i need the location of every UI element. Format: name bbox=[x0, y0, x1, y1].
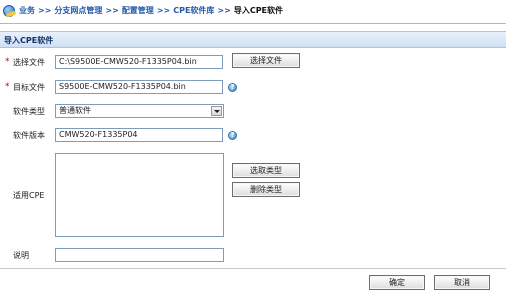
breadcrumb-link-config-management[interactable]: 配置管理 bbox=[122, 4, 154, 18]
ok-button[interactable]: 确定 bbox=[369, 275, 425, 290]
required-mark: * bbox=[5, 57, 10, 67]
select-file-label: 选择文件 bbox=[13, 58, 45, 67]
panel-header: 导入CPE软件 bbox=[0, 31, 506, 48]
description-label: 说明 bbox=[13, 251, 29, 260]
breadcrumb-separator: >> bbox=[105, 6, 119, 15]
footer-divider bbox=[0, 268, 506, 269]
choose-file-button[interactable]: 选择文件 bbox=[232, 53, 300, 68]
software-version-input[interactable]: CMW520-F1335P04 bbox=[55, 128, 223, 142]
breadcrumb: 业务 >> 分支网点管理 >> 配置管理 >> CPE软件库 >> 导入CPE软… bbox=[3, 4, 283, 18]
cancel-button[interactable]: 取消 bbox=[434, 275, 490, 290]
target-file-label: 目标文件 bbox=[13, 83, 45, 92]
help-icon[interactable]: ? bbox=[228, 83, 237, 92]
remove-type-button[interactable]: 删除类型 bbox=[232, 182, 300, 197]
breadcrumb-separator: >> bbox=[38, 6, 52, 15]
help-icon[interactable]: ? bbox=[228, 131, 237, 140]
header-divider bbox=[0, 23, 506, 24]
description-input[interactable] bbox=[55, 248, 224, 262]
chevron-down-icon[interactable] bbox=[211, 106, 222, 116]
select-file-input[interactable]: C:\S9500E-CMW520-F1335P04.bin bbox=[55, 55, 223, 69]
software-version-label: 软件版本 bbox=[13, 131, 45, 140]
panel-title: 导入CPE软件 bbox=[4, 36, 54, 45]
software-type-select[interactable]: 普通软件 bbox=[55, 104, 224, 118]
breadcrumb-link-branch-management[interactable]: 分支网点管理 bbox=[54, 4, 102, 18]
target-file-input[interactable]: S9500E-CMW520-F1335P04.bin bbox=[55, 80, 223, 94]
breadcrumb-link-business[interactable]: 业务 bbox=[19, 4, 35, 18]
required-mark: * bbox=[5, 82, 10, 92]
software-type-selected: 普通软件 bbox=[59, 106, 91, 115]
breadcrumb-current: 导入CPE软件 bbox=[233, 6, 284, 15]
cpe-type-listbox[interactable] bbox=[55, 153, 224, 237]
breadcrumb-separator: >> bbox=[156, 6, 171, 15]
breadcrumb-separator: >> bbox=[217, 6, 231, 15]
applicable-cpe-label: 适用CPE bbox=[13, 191, 45, 200]
software-type-label: 软件类型 bbox=[13, 107, 45, 116]
globe-icon bbox=[3, 5, 15, 17]
breadcrumb-link-cpe-library[interactable]: CPE软件库 bbox=[173, 4, 214, 18]
add-type-button[interactable]: 选取类型 bbox=[232, 163, 300, 178]
